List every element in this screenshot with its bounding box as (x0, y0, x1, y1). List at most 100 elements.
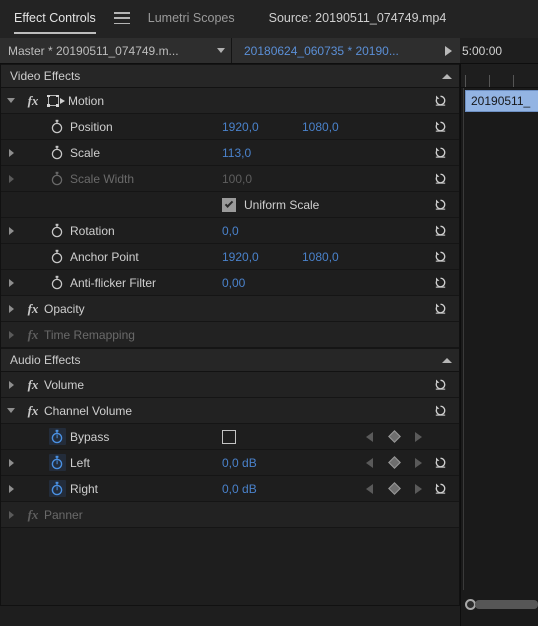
add-keyframe-icon[interactable] (387, 482, 401, 495)
value-scale-width[interactable]: 100,0 (222, 172, 302, 186)
effect-label-volume: Volume (44, 377, 85, 392)
effect-row-opacity[interactable]: fx Opacity (0, 296, 460, 322)
previous-keyframe-icon[interactable] (366, 457, 373, 468)
property-row-bypass[interactable]: Bypass (0, 424, 460, 450)
disclosure-scale[interactable] (0, 148, 22, 157)
disclosure-scale-width[interactable] (0, 174, 22, 183)
disclosure-anti-flicker-filter[interactable] (0, 278, 22, 287)
next-keyframe-icon[interactable] (415, 431, 422, 442)
keyframe-nav-right[interactable] (366, 476, 422, 501)
value-rotation[interactable]: 0,0 (222, 224, 302, 238)
tab-lumetri-scopes-label: Lumetri Scopes (147, 11, 235, 25)
effect-label-panner: Panner (44, 507, 83, 522)
reset-button-rotation[interactable] (430, 218, 450, 243)
value-anchor-point-y[interactable]: 1080,0 (302, 250, 382, 264)
disclosure-channel-volume[interactable] (0, 408, 22, 413)
reset-button-motion[interactable] (430, 88, 450, 113)
effect-row-panner[interactable]: fx Panner (0, 502, 460, 528)
reset-button-scale-width[interactable] (430, 166, 450, 191)
next-keyframe-icon[interactable] (415, 483, 422, 494)
stopwatch-icon-rotation[interactable] (44, 223, 70, 238)
collapse-triangle-icon[interactable] (442, 357, 452, 363)
sequence-clip-button[interactable]: 20180624_060735 * 20190... (232, 38, 460, 63)
disclosure-panner[interactable] (0, 510, 22, 519)
stopwatch-icon-position[interactable] (44, 119, 70, 134)
effect-controls-body: Video Effects fx Motion Position 1920,0 … (0, 64, 538, 626)
stopwatch-icon-bypass[interactable] (44, 428, 70, 445)
property-label-bypass: Bypass (70, 429, 110, 444)
reset-button-volume[interactable] (430, 372, 450, 397)
playhead-line[interactable] (463, 88, 464, 590)
property-row-anchor-point[interactable]: Anchor Point 1920,0 1080,0 (0, 244, 460, 270)
disclosure-right[interactable] (0, 484, 22, 493)
reset-button-opacity[interactable] (430, 296, 450, 321)
value-position-y[interactable]: 1080,0 (302, 120, 382, 134)
horizontal-scrollbar[interactable] (465, 598, 538, 610)
stopwatch-icon-anchor-point[interactable] (44, 249, 70, 264)
property-row-uniform-scale[interactable]: Uniform Scale (0, 192, 460, 218)
value-right[interactable]: 0,0 dB (222, 482, 302, 496)
reset-button-anti-flicker-filter[interactable] (430, 270, 450, 295)
bypass-checkbox[interactable] (222, 429, 236, 444)
stopwatch-icon-anti-flicker-filter[interactable] (44, 275, 70, 290)
play-triangle-icon[interactable] (445, 45, 452, 56)
stopwatch-icon-scale-width[interactable] (44, 171, 70, 186)
reset-button-right[interactable] (430, 476, 450, 501)
add-keyframe-icon[interactable] (387, 430, 401, 443)
next-keyframe-icon[interactable] (415, 457, 422, 468)
disclosure-motion[interactable] (0, 98, 22, 103)
timeline-ruler[interactable] (461, 64, 538, 88)
property-row-left[interactable]: Left 0,0 dB (0, 450, 460, 476)
property-row-position[interactable]: Position 1920,0 1080,0 (0, 114, 460, 140)
previous-keyframe-icon[interactable] (366, 483, 373, 494)
disclosure-volume[interactable] (0, 380, 22, 389)
master-clip-dropdown[interactable]: Master * 20190511_074749.m... (0, 38, 232, 63)
stopwatch-icon-left[interactable] (44, 454, 70, 471)
effect-row-volume[interactable]: fx Volume (0, 372, 460, 398)
transform-icon[interactable] (44, 94, 68, 107)
disclosure-left[interactable] (0, 458, 22, 467)
tab-effect-controls[interactable]: Effect Controls (14, 0, 96, 34)
effect-row-motion[interactable]: fx Motion (0, 88, 460, 114)
reset-button-left[interactable] (430, 450, 450, 475)
timeline-clip-bar[interactable]: 20190511_ (465, 90, 538, 112)
value-position-x[interactable]: 1920,0 (222, 120, 302, 134)
scroll-thumb[interactable] (475, 599, 538, 609)
disclosure-opacity[interactable] (0, 304, 22, 313)
stopwatch-icon-scale[interactable] (44, 145, 70, 160)
value-left[interactable]: 0,0 dB (222, 456, 302, 470)
property-row-scale[interactable]: Scale 113,0 (0, 140, 460, 166)
reset-button-channel-volume[interactable] (430, 398, 450, 423)
bypass-checkbox-group[interactable] (222, 424, 244, 449)
uniform-scale-checkbox-group[interactable]: Uniform Scale (222, 192, 319, 217)
keyframe-nav-bypass[interactable] (366, 424, 422, 449)
panel-menu-icon[interactable] (113, 12, 130, 24)
property-label-right: Right (70, 481, 99, 496)
keyframe-timeline-column[interactable]: 20190511_ (460, 64, 538, 626)
disclosure-time-remapping[interactable] (0, 330, 22, 339)
add-keyframe-icon[interactable] (387, 456, 401, 469)
property-row-anti-flicker-filter[interactable]: Anti-flicker Filter 0,00 (0, 270, 460, 296)
value-anti-flicker-filter[interactable]: 0,00 (222, 276, 302, 290)
property-row-rotation[interactable]: Rotation 0,0 (0, 218, 460, 244)
reset-button-anchor-point[interactable] (430, 244, 450, 269)
reset-button-scale[interactable] (430, 140, 450, 165)
keyframe-nav-left[interactable] (366, 450, 422, 475)
disclosure-rotation[interactable] (0, 226, 22, 235)
reset-button-position[interactable] (430, 114, 450, 139)
section-header-audio-effects[interactable]: Audio Effects (0, 348, 460, 372)
collapse-triangle-icon[interactable] (442, 73, 452, 79)
tab-lumetri-scopes[interactable]: Lumetri Scopes (148, 0, 235, 25)
reset-button-uniform-scale[interactable] (430, 192, 450, 217)
effect-label-motion: Motion (68, 93, 105, 108)
property-row-right[interactable]: Right 0,0 dB (0, 476, 460, 502)
uniform-scale-checkbox[interactable] (222, 197, 236, 212)
value-anchor-point-x[interactable]: 1920,0 (222, 250, 302, 264)
value-scale[interactable]: 113,0 (222, 146, 302, 160)
effect-row-channel-volume[interactable]: fx Channel Volume (0, 398, 460, 424)
effect-row-time-remapping[interactable]: fx Time Remapping (0, 322, 460, 348)
section-header-video-effects[interactable]: Video Effects (0, 64, 460, 88)
property-row-scale-width[interactable]: Scale Width 100,0 (0, 166, 460, 192)
stopwatch-icon-right[interactable] (44, 480, 70, 497)
previous-keyframe-icon[interactable] (366, 431, 373, 442)
